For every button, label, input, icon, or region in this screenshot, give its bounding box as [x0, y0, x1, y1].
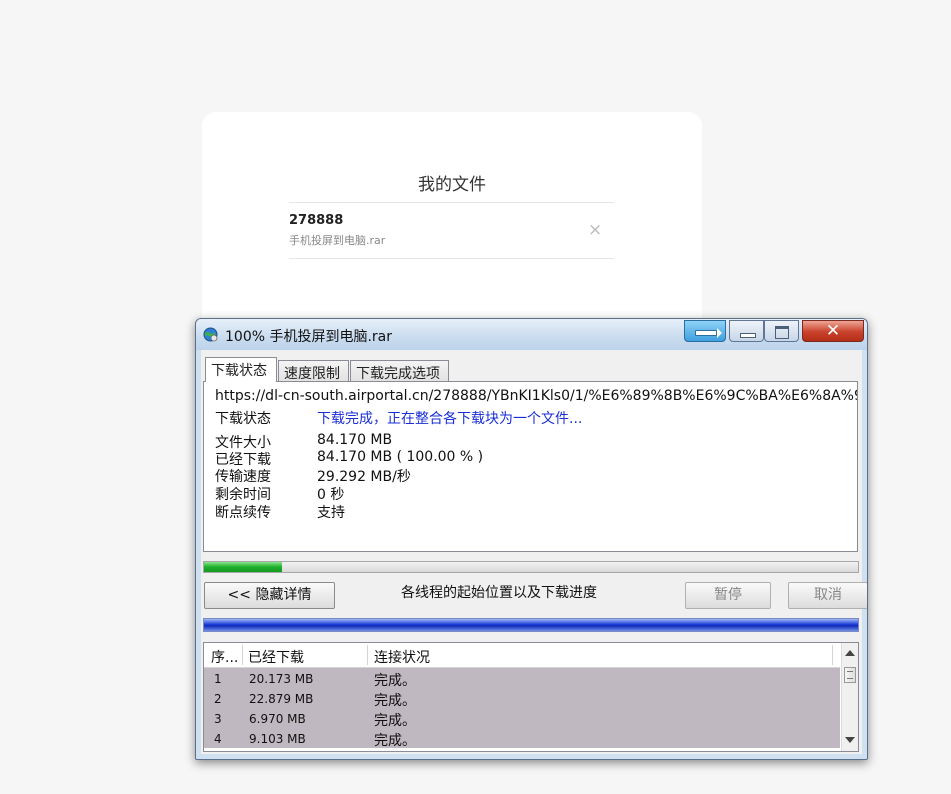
table-row[interactable]: 2 22.879 MB 完成。 [204, 688, 840, 709]
minimize-to-tray-button[interactable] [684, 320, 726, 342]
column-separator[interactable] [367, 645, 368, 665]
segment-progress-bar [203, 618, 859, 632]
maximize-icon [775, 326, 789, 339]
column-header-downloaded[interactable]: 已经下载 [248, 647, 304, 667]
tray-arrow-icon [695, 328, 722, 338]
speed-value: 29.292 MB/秒 [317, 469, 411, 485]
row-index: 2 [214, 692, 222, 706]
row-status: 完成。 [374, 673, 416, 689]
row-status: 完成。 [374, 713, 416, 729]
vertical-scrollbar[interactable] [841, 643, 858, 751]
threads-caption: 各线程的起始位置以及下载进度 [401, 585, 597, 601]
file-subtitle: 手机投屏到电脑.rar [289, 234, 386, 247]
status-value: 下载完成，正在整合各下载块为一个文件... [317, 411, 583, 427]
row-downloaded: 20.173 MB [249, 672, 314, 686]
window-title: 100% 手机投屏到电脑.rar [225, 329, 393, 345]
resume-value: 支持 [317, 505, 345, 521]
speed-label: 传输速度 [215, 469, 271, 485]
download-url: https://dl-cn-south.airportal.cn/278888/… [215, 388, 857, 404]
table-row[interactable]: 1 20.173 MB 完成。 [204, 668, 840, 689]
thread-list: 序... 已经下载 连接状况 1 20.173 MB 完成。 2 22.879 … [203, 642, 859, 752]
download-dialog: 100% 手机投屏到电脑.rar ✕ 下载状态 速度限制 下载完成选项 http… [195, 318, 868, 760]
file-name: 278888 [289, 213, 344, 228]
hide-details-button[interactable]: << 隐藏详情 [204, 582, 335, 609]
divider [289, 202, 614, 203]
table-row[interactable]: 4 9.103 MB 完成。 [204, 728, 840, 749]
card-title: 我的文件 [418, 175, 486, 195]
row-index: 4 [214, 732, 222, 746]
row-index: 3 [214, 712, 222, 726]
minimize-button[interactable] [729, 320, 764, 342]
file-size-value: 84.170 MB [317, 432, 393, 448]
progress-fill [204, 562, 283, 572]
cancel-button[interactable]: 取消 [788, 582, 867, 609]
row-downloaded: 22.879 MB [249, 692, 314, 706]
time-left-label: 剩余时间 [215, 487, 271, 503]
list-header: 序... 已经下载 连接状况 [204, 643, 840, 668]
close-icon: ✕ [825, 321, 841, 341]
row-status: 完成。 [374, 733, 416, 749]
info-panel: https://dl-cn-south.airportal.cn/278888/… [203, 381, 858, 552]
column-separator[interactable] [242, 645, 243, 665]
column-header-index[interactable]: 序... [211, 647, 238, 667]
downloaded-value: 84.170 MB ( 100.00 % ) [317, 449, 484, 465]
close-icon[interactable]: × [588, 220, 602, 240]
tab-speed-limit[interactable]: 速度限制 [278, 360, 349, 382]
title-bar[interactable]: 100% 手机投屏到电脑.rar ✕ [196, 319, 867, 350]
divider [289, 258, 614, 259]
close-button[interactable]: ✕ [802, 320, 864, 342]
status-label: 下载状态 [215, 411, 271, 427]
table-row[interactable]: 3 6.970 MB 完成。 [204, 708, 840, 729]
time-left-value: 0 秒 [317, 487, 345, 503]
scroll-down-icon[interactable] [845, 737, 855, 743]
scroll-up-icon[interactable] [845, 650, 855, 656]
tab-completion-options[interactable]: 下载完成选项 [350, 360, 449, 382]
column-header-status[interactable]: 连接状况 [374, 647, 430, 667]
maximize-button[interactable] [764, 320, 799, 342]
scroll-thumb[interactable] [844, 667, 856, 683]
column-separator[interactable] [832, 645, 833, 665]
tab-download-status[interactable]: 下载状态 [205, 357, 277, 382]
globe-icon [203, 327, 218, 342]
progress-bar [203, 561, 859, 573]
row-status: 完成。 [374, 693, 416, 709]
pause-button[interactable]: 暂停 [685, 582, 771, 609]
minimize-icon [740, 333, 756, 338]
row-downloaded: 6.970 MB [249, 712, 306, 726]
resume-label: 断点续传 [215, 505, 271, 521]
dialog-client: 下载状态 速度限制 下载完成选项 https://dl-cn-south.air… [201, 350, 867, 754]
row-downloaded: 9.103 MB [249, 732, 306, 746]
row-index: 1 [214, 672, 222, 686]
